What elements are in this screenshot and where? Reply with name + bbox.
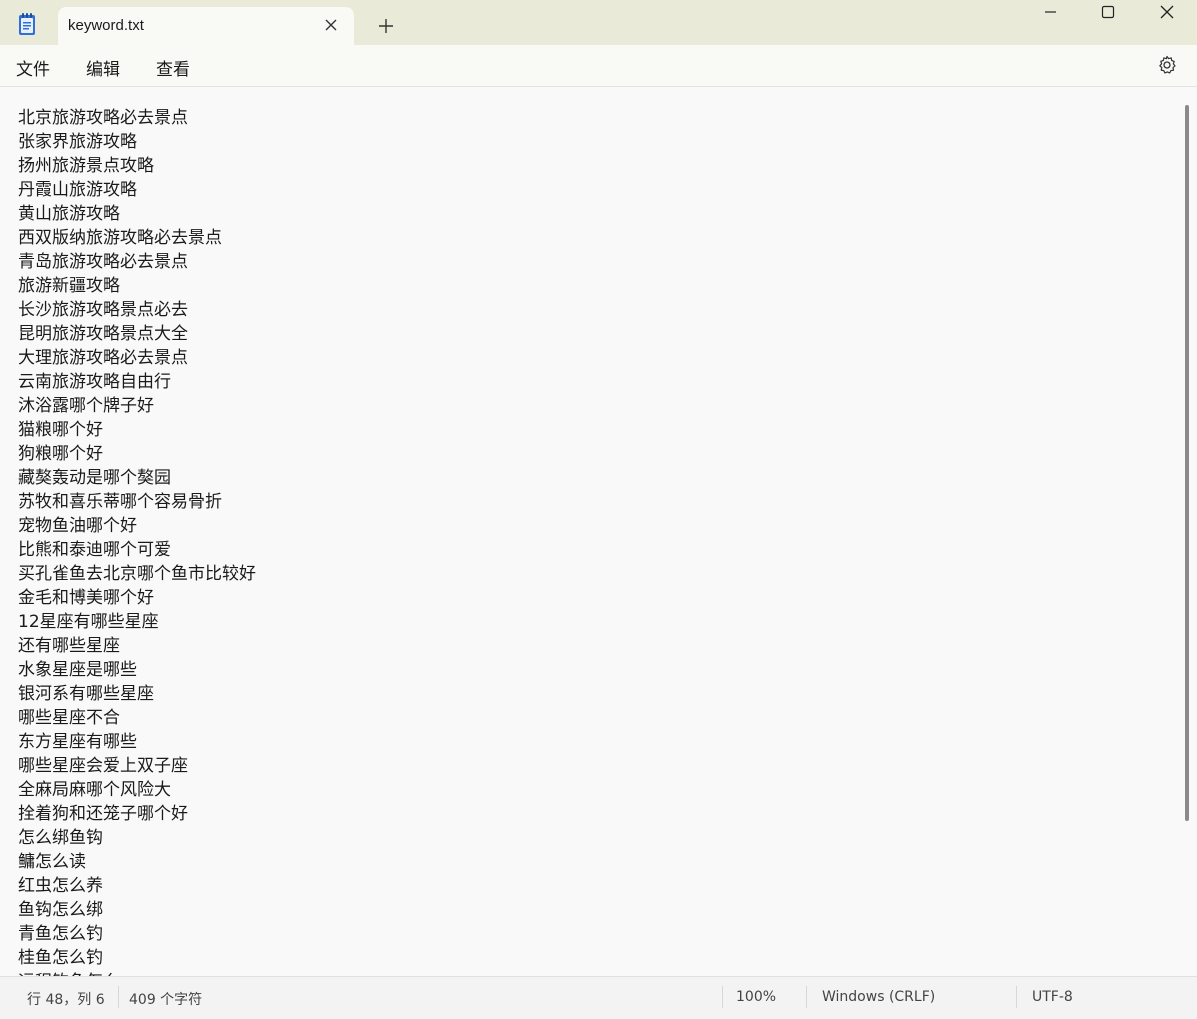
cursor-position: 行 48，列 6	[27, 992, 105, 1008]
text-editor[interactable]: 北京旅游攻略必去景点 张家界旅游攻略 扬州旅游景点攻略 丹霞山旅游攻略 黄山旅游攻略西双…	[0, 87, 1197, 976]
text-line: 红虫怎么养	[18, 876, 103, 896]
text-line: 狗粮哪个好	[18, 444, 103, 464]
text-line: 猫粮哪个好	[18, 420, 103, 440]
text-line: 银河系有哪些星座	[18, 684, 154, 704]
line-ending[interactable]: Windows (CRLF)	[822, 989, 935, 1005]
text-line: 苏牧和喜乐蒂哪个容易骨折	[18, 492, 222, 512]
character-count: 409 个字符	[129, 992, 203, 1008]
text-line: 怎么绑鱼钩	[18, 828, 103, 848]
text-line: 东方星座有哪些	[18, 732, 137, 752]
text-line: 旅游新疆攻略	[18, 276, 120, 296]
text-line: 云南旅游攻略自由行	[18, 372, 171, 392]
zoom-level[interactable]: 100%	[736, 989, 776, 1005]
tab-title: keyword.txt	[68, 17, 144, 34]
text-line: 水象星座是哪些	[18, 660, 137, 680]
text-line: 扬州旅游景点攻略	[18, 156, 154, 176]
menu-file[interactable]: 文件	[16, 55, 50, 80]
text-line: 青鱼怎么钓	[18, 924, 103, 944]
text-line: 比熊和泰迪哪个可爱	[18, 540, 171, 560]
title-bar[interactable]: keyword.txt	[0, 0, 1197, 45]
vertical-scrollbar[interactable]	[1185, 105, 1189, 821]
maximize-button[interactable]	[1079, 0, 1137, 28]
text-line: 大理旅游攻略必去景点	[18, 348, 188, 368]
text-line: 哪些星座会爱上双子座	[18, 756, 188, 776]
text-line: 哪些星座不合	[18, 708, 120, 728]
status-divider	[806, 986, 807, 1008]
text-line: 还有哪些星座	[18, 636, 120, 656]
text-line: 全麻局麻哪个风险大	[18, 780, 171, 800]
text-line: 长沙旅游攻略景点必去	[18, 300, 188, 320]
status-divider	[118, 986, 119, 1008]
text-line: 金毛和博美哪个好	[18, 588, 154, 608]
text-line: 宠物鱼油哪个好	[18, 516, 137, 536]
text-line: 昆明旅游攻略景点大全	[18, 324, 188, 344]
text-line: 桂鱼怎么钓	[18, 948, 103, 968]
close-window-button[interactable]	[1137, 0, 1195, 28]
notepad-app-icon	[14, 11, 40, 37]
menu-bar: 文件 编辑 查看	[0, 45, 1197, 87]
text-line: 沐浴露哪个牌子好	[18, 396, 154, 416]
tab-close-icon[interactable]	[322, 16, 340, 34]
text-line: 鳙怎么读	[18, 852, 86, 872]
text-line: 拴着狗和还笼子哪个好	[18, 804, 188, 824]
status-divider	[722, 986, 723, 1008]
text-line: 青岛旅游攻略必去景点	[18, 252, 188, 272]
text-line: 藏獒轰动是哪个獒园	[18, 468, 171, 488]
text-line: 买孔雀鱼去北京哪个鱼市比较好	[18, 564, 256, 584]
encoding[interactable]: UTF-8	[1032, 989, 1073, 1005]
text-line: 12星座有哪些星座	[18, 612, 159, 632]
text-line: 丹霞山旅游攻略	[18, 180, 137, 200]
text-line: 西双版纳旅游攻略必去景点	[18, 228, 222, 248]
settings-gear-icon[interactable]	[1156, 54, 1178, 76]
text-line: 鱼钩怎么绑	[18, 900, 103, 920]
tab-keyword-txt[interactable]: keyword.txt	[58, 7, 354, 45]
text-line: 北京旅游攻略必去景点	[18, 108, 188, 128]
text-lines: 北京旅游攻略必去景点 张家界旅游攻略 扬州旅游景点攻略 丹霞山旅游攻略 黄山旅游攻略西双…	[18, 106, 256, 976]
menu-edit[interactable]: 编辑	[86, 55, 120, 80]
notepad-window: keyword.txt 文件 编辑 查看 北京旅游攻略必去景点 张家界旅游攻略 …	[0, 0, 1197, 1019]
status-bar: 行 48，列 6 409 个字符 100% Windows (CRLF) UTF…	[0, 976, 1197, 1019]
minimize-button[interactable]	[1021, 0, 1079, 28]
status-divider	[1016, 986, 1017, 1008]
text-line: 张家界旅游攻略	[18, 132, 137, 152]
menu-view[interactable]: 查看	[156, 55, 190, 80]
text-line: 黄山旅游攻略	[18, 204, 120, 224]
new-tab-plus-icon[interactable]	[376, 16, 396, 36]
